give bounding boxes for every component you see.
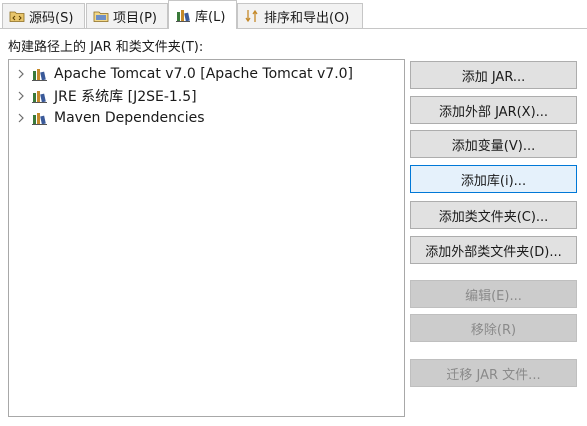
library-icon bbox=[31, 66, 48, 82]
tree-item-label: JRE 系统库 [J2SE-1.5] bbox=[54, 89, 197, 105]
add-external-jar-button[interactable]: 添加外部 JAR(X)... bbox=[410, 96, 577, 124]
tab-projects[interactable]: 项目(P) bbox=[86, 3, 168, 28]
project-folder-icon bbox=[93, 8, 109, 24]
library-icon bbox=[175, 7, 191, 23]
tree-item-tomcat[interactable]: Apache Tomcat v7.0 [Apache Tomcat v7.0] bbox=[13, 64, 353, 84]
tree-item-maven[interactable]: Maven Dependencies bbox=[13, 108, 205, 128]
tree-item-label: Maven Dependencies bbox=[54, 110, 205, 126]
remove-button[interactable]: 移除(R) bbox=[410, 314, 577, 342]
migrate-jar-button[interactable]: 迁移 JAR 文件... bbox=[410, 359, 577, 387]
add-jar-button[interactable]: 添加 JAR... bbox=[410, 61, 577, 89]
tab-libraries-label: 库(L) bbox=[195, 9, 226, 25]
tab-bar-divider bbox=[0, 28, 587, 29]
jar-class-folder-tree[interactable]: Apache Tomcat v7.0 [Apache Tomcat v7.0] … bbox=[8, 59, 405, 417]
tab-bar: 源码(S) 项目(P) 库(L) 排序和导出(O) bbox=[0, 0, 587, 29]
add-external-class-folder-button[interactable]: 添加外部类文件夹(D)... bbox=[410, 236, 577, 264]
library-icon bbox=[31, 88, 48, 104]
tab-order-export[interactable]: 排序和导出(O) bbox=[237, 3, 363, 28]
tab-source-label: 源码(S) bbox=[29, 10, 74, 26]
tree-item-label: Apache Tomcat v7.0 [Apache Tomcat v7.0] bbox=[54, 66, 354, 82]
tab-projects-label: 项目(P) bbox=[113, 10, 157, 26]
add-variable-button[interactable]: 添加变量(V)... bbox=[410, 130, 577, 158]
order-export-icon bbox=[244, 8, 260, 24]
chevron-right-icon[interactable] bbox=[13, 88, 29, 104]
section-label: 构建路径上的 JAR 和类文件夹(T): bbox=[8, 40, 204, 55]
tab-order-export-label: 排序和导出(O) bbox=[264, 10, 350, 26]
library-icon bbox=[31, 110, 48, 126]
add-library-button[interactable]: 添加库(i)... bbox=[410, 165, 577, 193]
source-folder-icon bbox=[9, 8, 25, 24]
add-class-folder-button[interactable]: 添加类文件夹(C)... bbox=[410, 201, 577, 229]
chevron-right-icon[interactable] bbox=[13, 110, 29, 126]
edit-button[interactable]: 编辑(E)... bbox=[410, 280, 577, 308]
tree-item-jre[interactable]: JRE 系统库 [J2SE-1.5] bbox=[13, 86, 197, 106]
chevron-right-icon[interactable] bbox=[13, 66, 29, 82]
tab-source[interactable]: 源码(S) bbox=[2, 3, 85, 28]
tab-libraries[interactable]: 库(L) bbox=[168, 0, 237, 29]
